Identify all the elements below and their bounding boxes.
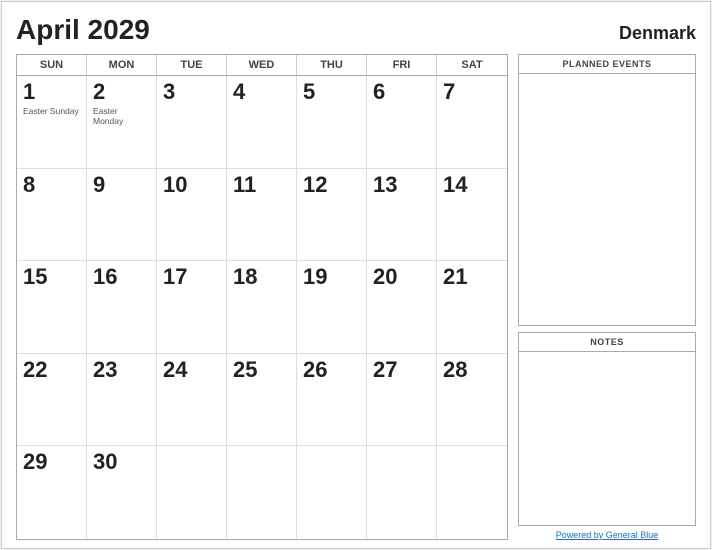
planned-events-content xyxy=(519,74,695,325)
cal-cell xyxy=(367,446,437,539)
day-header-fri: FRI xyxy=(367,55,437,75)
day-header-sun: SUN xyxy=(17,55,87,75)
date-number: 13 xyxy=(373,173,430,197)
day-header-thu: THU xyxy=(297,55,367,75)
cal-cell: 14 xyxy=(437,169,507,262)
cal-cell xyxy=(227,446,297,539)
cal-cell: 4 xyxy=(227,76,297,169)
date-number: 19 xyxy=(303,265,360,289)
notes-content xyxy=(519,352,695,526)
day-header-sat: SAT xyxy=(437,55,507,75)
cal-cell xyxy=(157,446,227,539)
cal-cell: 5 xyxy=(297,76,367,169)
cal-cell: 20 xyxy=(367,261,437,354)
date-number: 7 xyxy=(443,80,501,104)
cal-cell: 6 xyxy=(367,76,437,169)
cal-cell: 15 xyxy=(17,261,87,354)
date-number: 6 xyxy=(373,80,430,104)
date-number: 3 xyxy=(163,80,220,104)
cal-cell: 22 xyxy=(17,354,87,447)
date-number: 22 xyxy=(23,358,80,382)
cal-cell: 30 xyxy=(87,446,157,539)
cal-cell xyxy=(297,446,367,539)
planned-events-header: PLANNED EVENTS xyxy=(519,55,695,74)
calendar-section: SUNMONTUEWEDTHUFRISAT 1 Easter Sunday 2Eas… xyxy=(16,54,508,540)
date-number: 17 xyxy=(163,265,220,289)
right-section: PLANNED EVENTS NOTES Powered by General … xyxy=(518,54,696,540)
cal-cell: 23 xyxy=(87,354,157,447)
notes-box: NOTES xyxy=(518,332,696,527)
powered-by: Powered by General Blue xyxy=(518,530,696,540)
holiday-label: Easter Sunday xyxy=(23,106,80,116)
day-header-tue: TUE xyxy=(157,55,227,75)
notes-header: NOTES xyxy=(519,333,695,352)
date-number: 5 xyxy=(303,80,360,104)
date-number: 11 xyxy=(233,173,290,197)
cal-cell: 28 xyxy=(437,354,507,447)
cal-cell: 7 xyxy=(437,76,507,169)
cal-cell: 13 xyxy=(367,169,437,262)
date-number: 24 xyxy=(163,358,220,382)
powered-by-link[interactable]: Powered by General Blue xyxy=(556,530,659,540)
date-number: 12 xyxy=(303,173,360,197)
date-number: 14 xyxy=(443,173,501,197)
holiday-label: Easter Monday xyxy=(93,106,150,126)
date-number: 10 xyxy=(163,173,220,197)
date-number: 15 xyxy=(23,265,80,289)
date-number: 1 xyxy=(23,80,80,104)
cal-cell: 26 xyxy=(297,354,367,447)
day-header-wed: WED xyxy=(227,55,297,75)
calendar-grid: 1Easter Sunday2Easter Monday345678910111… xyxy=(17,76,507,539)
cal-cell: 12 xyxy=(297,169,367,262)
date-number: 30 xyxy=(93,450,150,474)
cal-cell: 24 xyxy=(157,354,227,447)
cal-cell: 29 xyxy=(17,446,87,539)
cal-cell: 1 Easter Sunday xyxy=(17,76,87,169)
date-number: 23 xyxy=(93,358,150,382)
date-number: 18 xyxy=(233,265,290,289)
date-number: 28 xyxy=(443,358,501,382)
date-number: 2 xyxy=(93,80,150,104)
cal-cell: 18 xyxy=(227,261,297,354)
cal-cell: 16 xyxy=(87,261,157,354)
cal-cell: 27 xyxy=(367,354,437,447)
date-number: 16 xyxy=(93,265,150,289)
cal-cell: 19 xyxy=(297,261,367,354)
calendar-page: April 2029 Denmark SUNMONTUEWEDTHUFRISAT… xyxy=(1,1,711,549)
cal-cell: 21 xyxy=(437,261,507,354)
day-headers: SUNMONTUEWEDTHUFRISAT xyxy=(17,55,507,76)
date-number: 29 xyxy=(23,450,80,474)
date-number: 9 xyxy=(93,173,150,197)
cal-cell: 11 xyxy=(227,169,297,262)
planned-events-box: PLANNED EVENTS xyxy=(518,54,696,326)
country-title: Denmark xyxy=(619,23,696,44)
date-number: 25 xyxy=(233,358,290,382)
cal-cell: 25 xyxy=(227,354,297,447)
cal-cell xyxy=(437,446,507,539)
month-title: April 2029 xyxy=(16,14,150,46)
date-number: 26 xyxy=(303,358,360,382)
date-number: 4 xyxy=(233,80,290,104)
cal-cell: 9 xyxy=(87,169,157,262)
cal-cell: 8 xyxy=(17,169,87,262)
date-number: 27 xyxy=(373,358,430,382)
date-number: 21 xyxy=(443,265,501,289)
day-header-mon: MON xyxy=(87,55,157,75)
cal-cell: 10 xyxy=(157,169,227,262)
cal-cell: 2Easter Monday xyxy=(87,76,157,169)
date-number: 8 xyxy=(23,173,80,197)
cal-cell: 17 xyxy=(157,261,227,354)
date-number: 20 xyxy=(373,265,430,289)
main-content: SUNMONTUEWEDTHUFRISAT 1 Easter Sunday 2Eas… xyxy=(16,54,696,540)
top-header: April 2029 Denmark xyxy=(16,14,696,46)
cal-cell: 3 xyxy=(157,76,227,169)
